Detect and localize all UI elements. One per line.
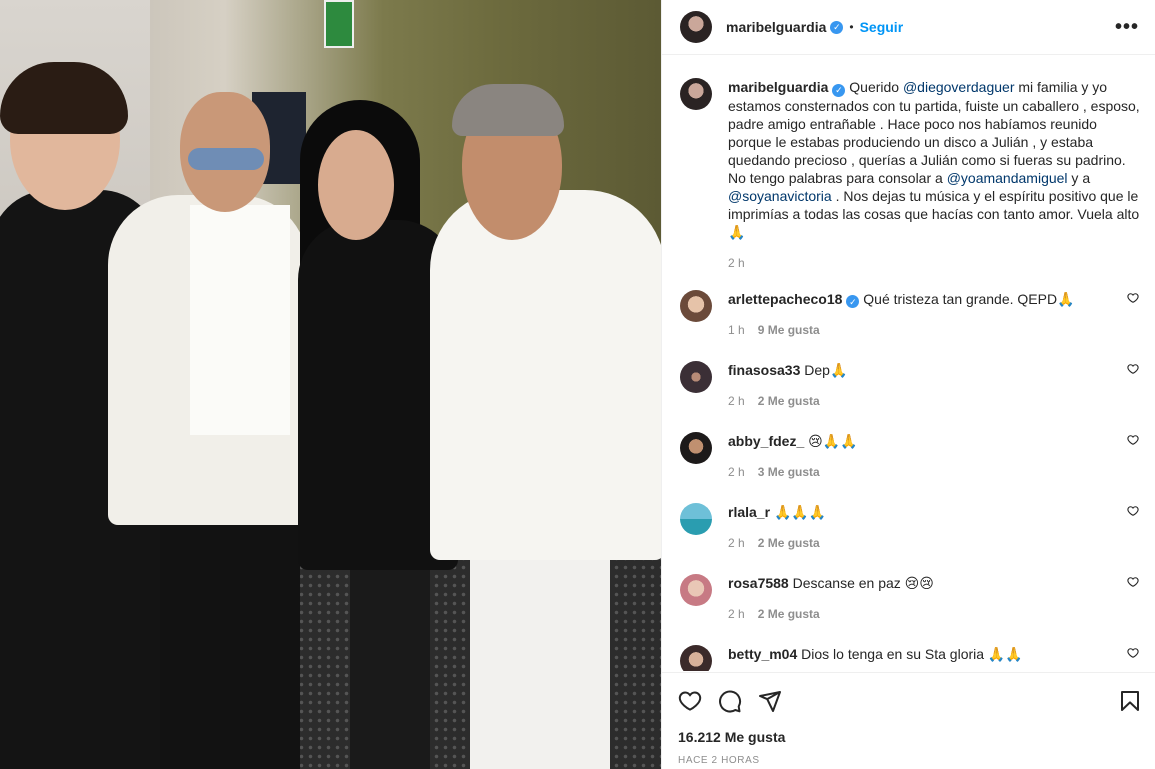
save-bookmark-icon[interactable] xyxy=(1118,689,1142,713)
commenter-username[interactable]: betty_m04 xyxy=(728,646,797,662)
comment-meta: 2 h 3 Me gusta xyxy=(728,463,1118,481)
commenter-username[interactable]: rosa7588 xyxy=(728,575,789,591)
caption-text: Querido xyxy=(849,79,903,95)
author-avatar[interactable] xyxy=(680,11,712,43)
commenter-avatar[interactable] xyxy=(680,503,712,535)
photo-person-4 xyxy=(430,190,661,560)
commenter-username[interactable]: rlala_r xyxy=(728,504,770,520)
comment-text: Descanse en paz 😢😢 xyxy=(792,575,934,591)
action-icons xyxy=(678,689,1142,713)
comment-time[interactable]: 2 h xyxy=(728,607,745,621)
like-comment-heart-icon[interactable] xyxy=(1126,505,1140,517)
comment-item: arlettepacheco18 ✓ Qué tristeza tan grand… xyxy=(680,289,1140,340)
photo-person-4-hair xyxy=(452,84,564,136)
comment-item: rlala_r 🙏🙏🙏 2 h 2 Me gusta xyxy=(680,503,1140,552)
like-comment-heart-icon[interactable] xyxy=(1126,434,1140,446)
comment-item: finasosa33 Dep🙏 2 h 2 Me gusta xyxy=(680,361,1140,410)
like-heart-icon[interactable] xyxy=(678,689,702,713)
photo-exit-sign xyxy=(324,0,354,48)
verified-badge-icon: ✓ xyxy=(832,83,846,97)
separator-dot: • xyxy=(849,20,854,34)
comment-likes[interactable]: 2 Me gusta xyxy=(758,536,820,550)
comment-text: 😢🙏🙏 xyxy=(808,433,858,449)
more-options-icon[interactable]: ••• xyxy=(1115,17,1139,37)
photo-person-3-boots xyxy=(350,570,430,769)
caption-text: y a xyxy=(1067,169,1091,186)
likes-count[interactable]: 16.212 Me gusta xyxy=(678,729,1142,745)
comment-item: rosa7588 Descanse en paz 😢😢 2 h 2 Me gust… xyxy=(680,574,1140,623)
post-sidebar: maribelguardia ✓ • Seguir ••• maribelgua… xyxy=(661,0,1155,769)
mention-link[interactable]: @soyanavictoria xyxy=(728,188,832,204)
comment-time[interactable]: 2 h xyxy=(728,465,745,479)
author-username[interactable]: maribelguardia xyxy=(726,19,826,35)
mention-link[interactable]: @diegoverdaguer xyxy=(903,79,1015,95)
commenter-username[interactable]: abby_fdez_ xyxy=(728,433,804,449)
caption-avatar[interactable] xyxy=(680,78,712,110)
comments-scroll[interactable]: maribelguardia ✓ Querido @diegoverdaguer … xyxy=(662,56,1155,671)
comment-likes[interactable]: 9 Me gusta xyxy=(758,323,820,337)
post-time-ago[interactable]: HACE 2 HORAS xyxy=(678,755,1142,766)
post-actions: 16.212 Me gusta HACE 2 HORAS xyxy=(662,672,1155,766)
post-photo[interactable] xyxy=(0,0,661,769)
comment-time[interactable]: 1 h xyxy=(728,323,745,337)
commenter-avatar[interactable] xyxy=(680,574,712,606)
comment-likes[interactable]: 2 Me gusta xyxy=(758,394,820,408)
comment-item: abby_fdez_ 😢🙏🙏 2 h 3 Me gusta xyxy=(680,432,1140,481)
comment-text: Qué tristeza tan grande. QEPD🙏 xyxy=(863,290,1075,307)
comment-meta: 2 h 2 Me gusta xyxy=(728,534,1118,552)
commenter-avatar[interactable] xyxy=(680,289,712,322)
comment-bubble-icon[interactable] xyxy=(718,689,742,713)
commenter-username[interactable]: arlettepacheco18 xyxy=(728,291,842,307)
comment-likes[interactable]: 3 Me gusta xyxy=(758,465,820,479)
comment-text: Dep🙏 xyxy=(804,362,848,378)
follow-button[interactable]: Seguir xyxy=(860,19,904,35)
caption-username[interactable]: maribelguardia xyxy=(728,79,828,95)
comment-meta: 2 h 2 Me gusta xyxy=(728,605,1118,623)
like-comment-heart-icon[interactable] xyxy=(1126,292,1140,304)
comment-time[interactable]: 2 h xyxy=(728,536,745,550)
photo-person-2-glasses xyxy=(188,148,264,170)
photo-person-3-face xyxy=(318,130,394,240)
commenter-avatar[interactable] xyxy=(680,432,712,464)
commenter-avatar[interactable] xyxy=(680,645,712,671)
caption-meta: 2 h xyxy=(728,254,1140,272)
like-comment-heart-icon[interactable] xyxy=(1126,576,1140,588)
verified-badge-icon: ✓ xyxy=(846,295,860,308)
photo-person-2-shirt xyxy=(190,205,290,435)
caption-time[interactable]: 2 h xyxy=(728,256,745,270)
comment-text: 🙏🙏🙏 xyxy=(773,504,827,520)
mention-link[interactable]: @yoamandamiguel xyxy=(947,170,1068,186)
comment-time[interactable]: 2 h xyxy=(728,394,745,408)
comment-text: Dios lo tenga en su Sta gloria 🙏🙏 xyxy=(801,646,1023,662)
like-comment-heart-icon[interactable] xyxy=(1126,647,1140,659)
commenter-username[interactable]: finasosa33 xyxy=(728,362,800,378)
share-paper-plane-icon[interactable] xyxy=(758,689,782,713)
comment-likes[interactable]: 2 Me gusta xyxy=(758,607,820,621)
commenter-avatar[interactable] xyxy=(680,361,712,393)
comment-meta: 2 h 2 Me gusta xyxy=(728,392,1118,410)
verified-badge-icon: ✓ xyxy=(830,20,844,34)
caption: maribelguardia ✓ Querido @diegoverdaguer … xyxy=(680,78,1140,272)
like-comment-heart-icon[interactable] xyxy=(1126,363,1140,375)
comment-meta: 1 h 9 Me gusta xyxy=(728,321,1118,339)
comment-item: betty_m04 Dios lo tenga en su Sta gloria… xyxy=(680,645,1140,671)
post-header: maribelguardia ✓ • Seguir ••• xyxy=(662,0,1155,55)
